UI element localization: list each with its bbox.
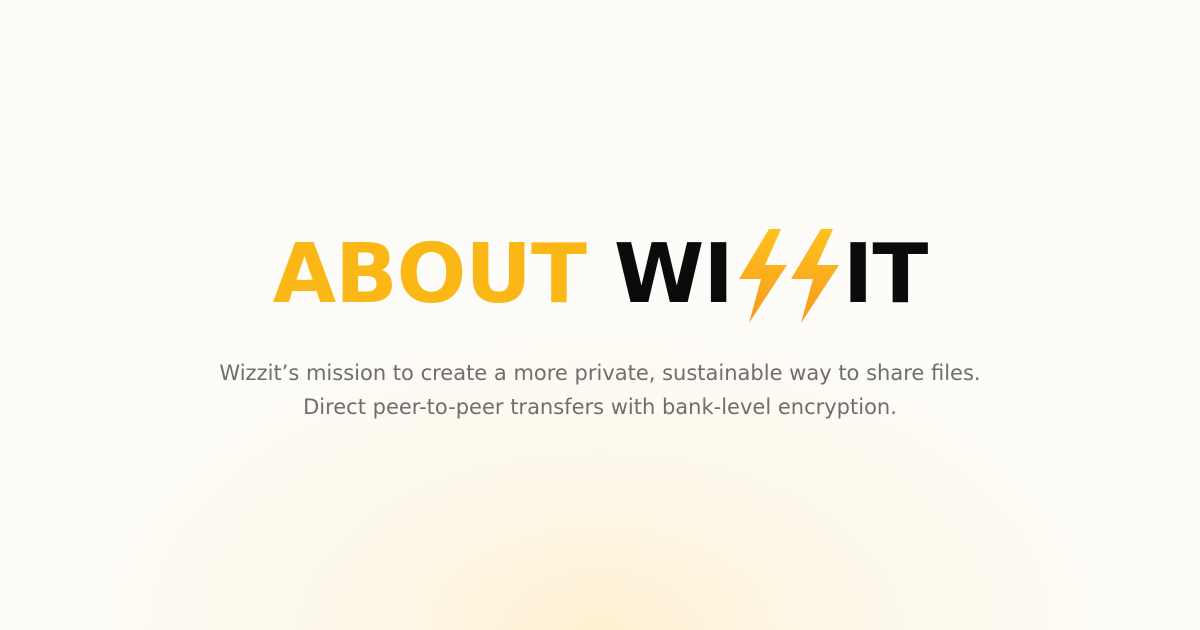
mission-description: Wizzit’s mission to create a more privat…: [0, 356, 1200, 424]
brand-text-end: IT: [842, 226, 928, 322]
brand-text-start: WI: [613, 226, 734, 322]
brand-wordmark: WI IT: [613, 225, 928, 325]
title-about-word: ABOUT: [272, 226, 587, 322]
description-line-2: Direct peer-to-peer transfers with bank-…: [303, 395, 897, 419]
page-title: ABOUT WI IT: [0, 222, 1200, 327]
description-line-1: Wizzit’s mission to create a more privat…: [219, 361, 981, 385]
double-lightning-bolt-icon: [731, 225, 843, 325]
